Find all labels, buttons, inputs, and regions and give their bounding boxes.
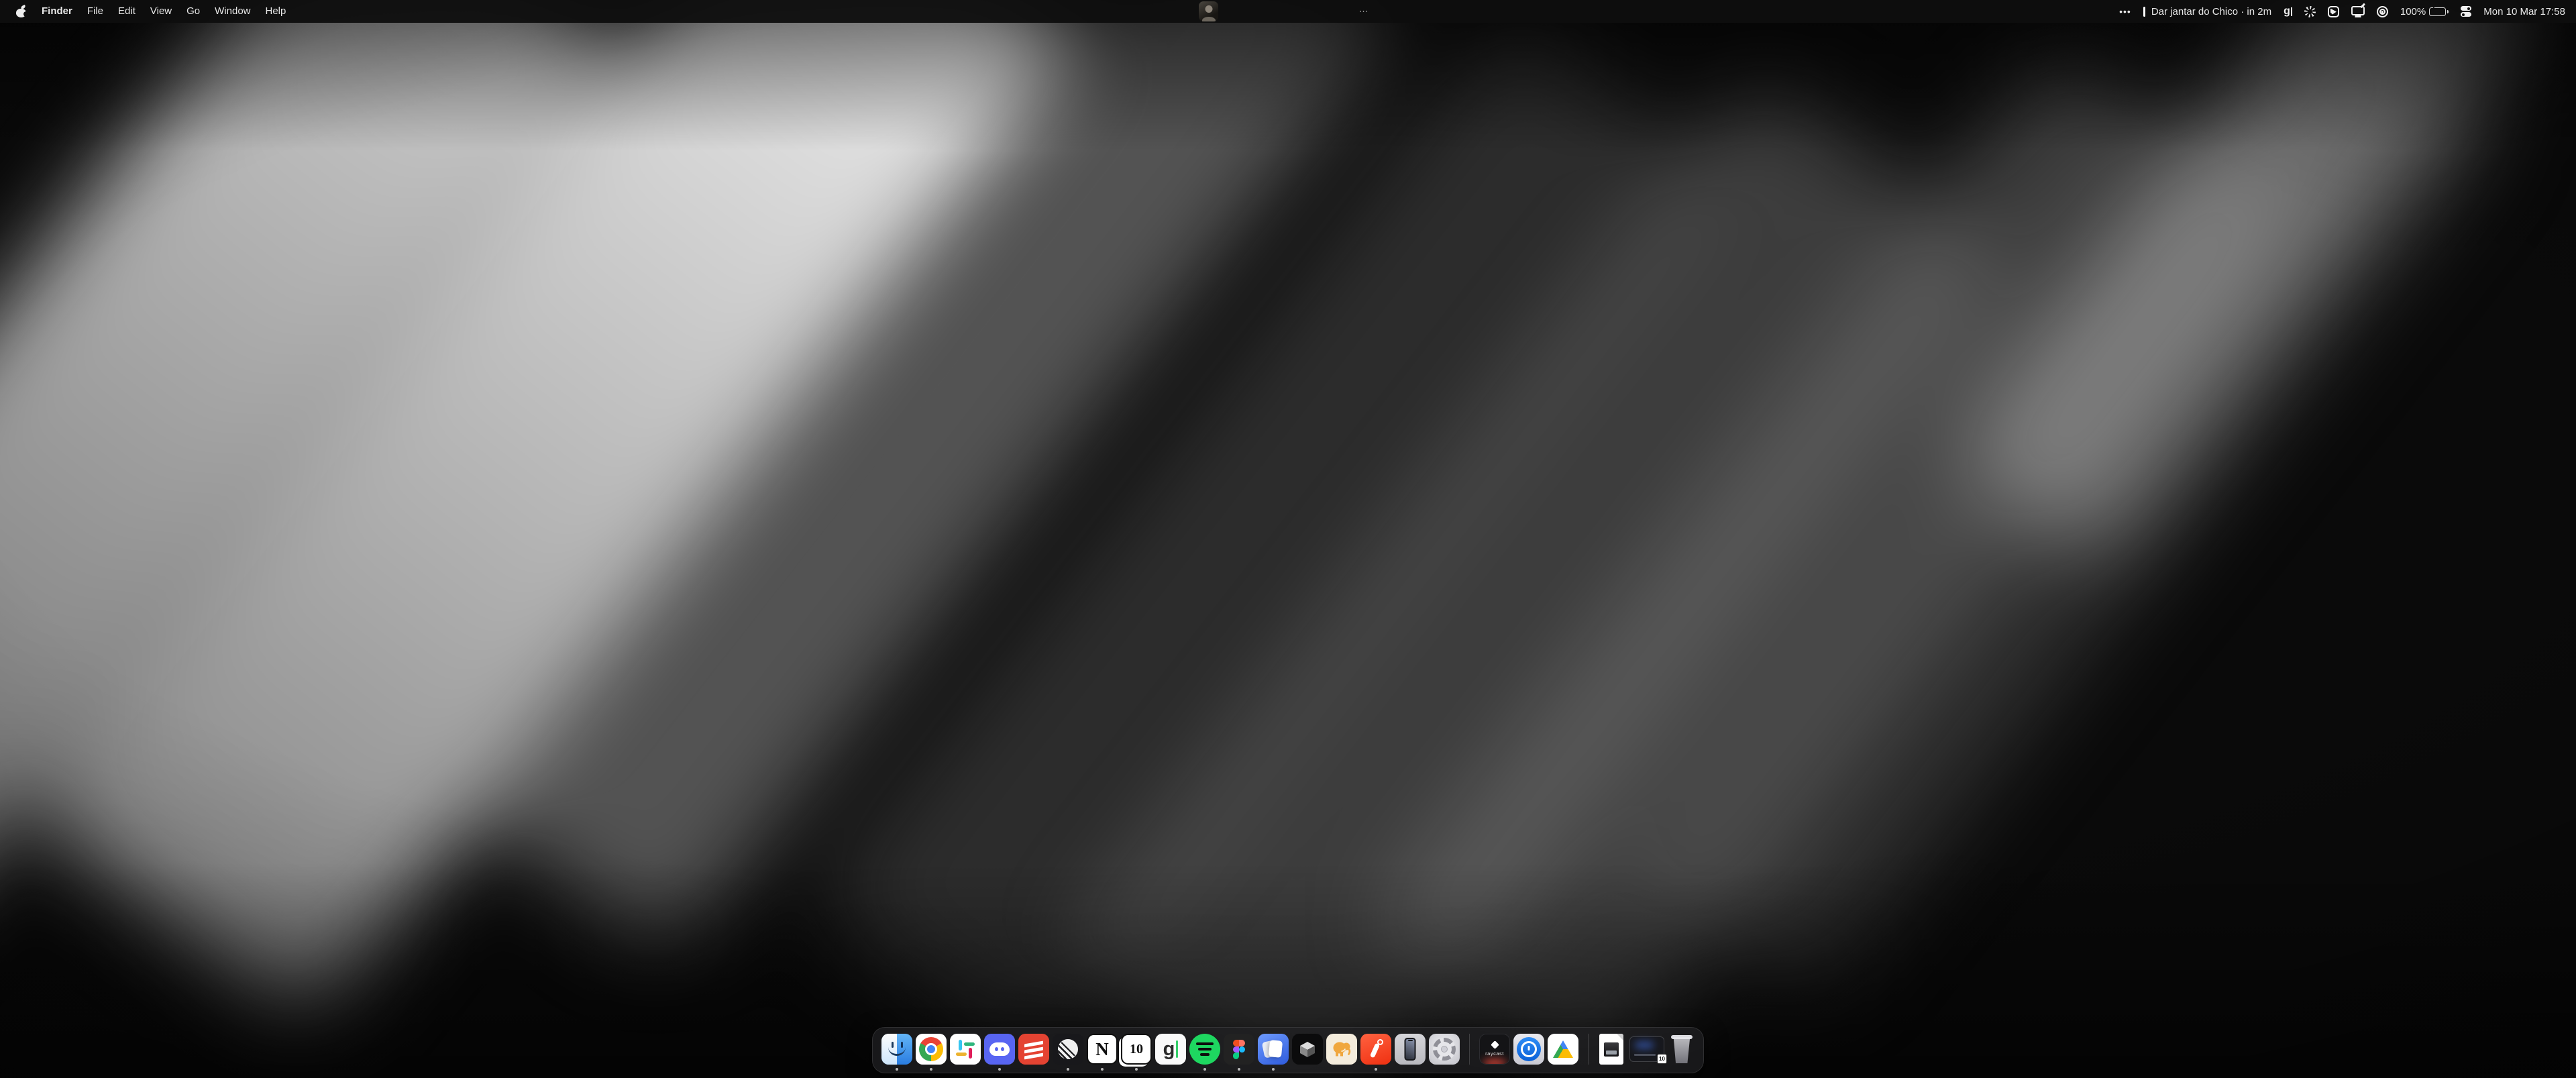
dock-item-raycast[interactable]: raycast bbox=[1479, 1033, 1511, 1065]
charging-bolt-icon bbox=[2431, 6, 2437, 12]
dock: N 10 g bbox=[872, 1027, 1704, 1073]
running-dot bbox=[998, 1068, 1001, 1071]
battery-icon bbox=[2429, 7, 2446, 16]
running-dot bbox=[1067, 1068, 1069, 1071]
battery-percent: 100% bbox=[2400, 6, 2426, 17]
1password-menu-icon[interactable] bbox=[2377, 6, 2388, 17]
chrome-icon bbox=[916, 1034, 947, 1065]
running-dot bbox=[1272, 1068, 1275, 1071]
dock-item-figma[interactable] bbox=[1223, 1033, 1255, 1065]
dock-item-ivory[interactable] bbox=[1326, 1033, 1358, 1065]
iphone-mirroring-icon bbox=[1395, 1034, 1426, 1065]
cursor-icon bbox=[1292, 1034, 1323, 1065]
menu-bar-overflow-button[interactable]: ••• bbox=[2119, 6, 2131, 17]
craft-icon bbox=[1258, 1034, 1289, 1065]
running-dot bbox=[1375, 1068, 1377, 1071]
dock-item-superhuman[interactable] bbox=[1360, 1033, 1392, 1065]
dock-separator bbox=[1588, 1034, 1589, 1065]
control-center-icon[interactable] bbox=[2461, 6, 2471, 17]
reminder-text: Dar jantar do Chico · in 2m bbox=[2151, 6, 2271, 17]
dock-item-window-thumbnail[interactable]: 10 bbox=[1627, 1033, 1666, 1065]
granola-menu-icon[interactable]: g bbox=[2284, 5, 2292, 17]
todoist-icon bbox=[1018, 1034, 1049, 1065]
raycast-diamond-icon bbox=[1491, 1040, 1499, 1049]
running-dot bbox=[1101, 1068, 1104, 1071]
running-dot bbox=[896, 1068, 898, 1071]
display-mirroring-icon[interactable] bbox=[2351, 6, 2365, 15]
wallpaper-vignette bbox=[0, 0, 2576, 1078]
dock-item-linear[interactable] bbox=[1052, 1033, 1084, 1065]
menu-go[interactable]: Go bbox=[179, 0, 207, 23]
menu-bar-status-area: ••• Dar jantar do Chico · in 2m g 100% M… bbox=[2119, 5, 2565, 17]
menu-bar: Finder File Edit View Go Window Help •••… bbox=[0, 0, 2576, 23]
1password-icon bbox=[1513, 1034, 1544, 1065]
menu-edit[interactable]: Edit bbox=[111, 0, 143, 23]
dock-item-todoist[interactable] bbox=[1018, 1033, 1050, 1065]
thumbnail-app-badge: 10 bbox=[1657, 1054, 1667, 1064]
dock-item-document-file[interactable] bbox=[1597, 1033, 1625, 1065]
notion-icon: N bbox=[1087, 1034, 1118, 1065]
menu-bar-avatar[interactable] bbox=[1199, 1, 1218, 21]
superhuman-icon bbox=[1360, 1034, 1391, 1065]
menu-file[interactable]: File bbox=[80, 0, 111, 23]
screenshot-app-menu-icon[interactable] bbox=[2328, 6, 2339, 17]
desktop-wallpaper bbox=[0, 0, 2576, 1078]
burst-menu-icon[interactable] bbox=[2304, 6, 2316, 17]
dock-item-granola[interactable]: g bbox=[1155, 1033, 1187, 1065]
slack-icon bbox=[950, 1034, 981, 1065]
finder-icon bbox=[881, 1034, 912, 1065]
dock-item-1password[interactable] bbox=[1513, 1033, 1545, 1065]
ivory-mammoth-icon bbox=[1326, 1034, 1357, 1065]
notion-calendar-icon: 10 bbox=[1121, 1034, 1152, 1065]
dock-item-system-settings[interactable] bbox=[1428, 1033, 1460, 1065]
dock-item-craft[interactable] bbox=[1257, 1033, 1289, 1065]
menu-view[interactable]: View bbox=[143, 0, 179, 23]
linear-icon bbox=[1053, 1034, 1083, 1065]
menu-bar-reminder[interactable]: Dar jantar do Chico · in 2m bbox=[2143, 6, 2271, 17]
menu-help[interactable]: Help bbox=[258, 0, 294, 23]
google-drive-icon bbox=[1548, 1034, 1578, 1065]
granola-caret-icon bbox=[2291, 7, 2292, 16]
system-settings-gear-icon bbox=[1429, 1034, 1460, 1065]
app-menu-finder[interactable]: Finder bbox=[34, 0, 80, 23]
dock-separator bbox=[1469, 1034, 1470, 1065]
document-file-icon bbox=[1599, 1034, 1623, 1065]
minimized-window-thumbnail: 10 bbox=[1629, 1036, 1664, 1062]
trash-icon bbox=[1670, 1035, 1693, 1063]
granola-icon: g bbox=[1155, 1034, 1186, 1065]
dock-item-notion-calendar[interactable]: 10 bbox=[1120, 1033, 1152, 1065]
apple-logo-icon[interactable] bbox=[16, 6, 26, 17]
running-dot bbox=[1238, 1068, 1240, 1071]
running-dot bbox=[930, 1068, 932, 1071]
battery-status[interactable]: 100% bbox=[2400, 6, 2449, 17]
dock-item-cursor[interactable] bbox=[1291, 1033, 1324, 1065]
spotify-icon bbox=[1189, 1034, 1220, 1065]
dock-item-notion[interactable]: N bbox=[1086, 1033, 1118, 1065]
discord-icon bbox=[984, 1034, 1015, 1065]
dock-item-finder[interactable] bbox=[881, 1033, 913, 1065]
menu-window[interactable]: Window bbox=[207, 0, 258, 23]
figma-icon bbox=[1224, 1034, 1254, 1065]
running-dot bbox=[1135, 1068, 1138, 1071]
reminder-color-bar bbox=[2143, 7, 2145, 17]
menu-bar-clock[interactable]: Mon 10 Mar 17:58 bbox=[2483, 6, 2565, 17]
dock-item-discord[interactable] bbox=[983, 1033, 1016, 1065]
running-dot bbox=[1203, 1068, 1206, 1071]
raycast-icon: raycast bbox=[1479, 1034, 1510, 1065]
dock-item-trash[interactable] bbox=[1668, 1033, 1695, 1065]
notch-more-button[interactable]: ⋯ bbox=[1359, 0, 1369, 23]
dock-item-iphone-mirroring[interactable] bbox=[1394, 1033, 1426, 1065]
dock-item-slack[interactable] bbox=[949, 1033, 981, 1065]
dock-item-spotify[interactable] bbox=[1189, 1033, 1221, 1065]
dock-item-google-drive[interactable] bbox=[1547, 1033, 1579, 1065]
dock-item-chrome[interactable] bbox=[915, 1033, 947, 1065]
